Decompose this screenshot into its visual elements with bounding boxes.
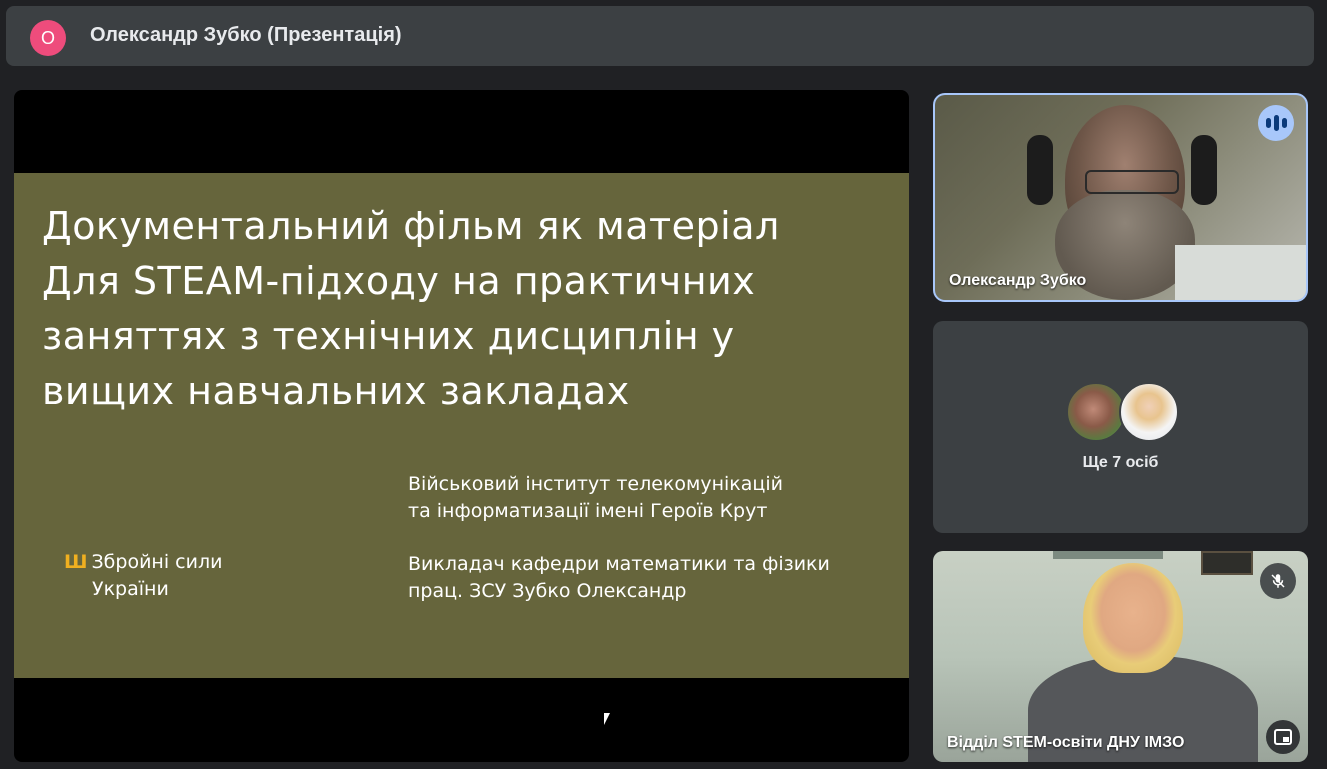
slide-title-line: Документальний фільм як матеріал bbox=[42, 204, 780, 248]
participant-video bbox=[933, 551, 1308, 762]
participant-tile-presenter[interactable]: Олександр Зубко bbox=[933, 93, 1308, 302]
institute-line: та інформатизації імені Героїв Крут bbox=[408, 500, 768, 522]
slide-title-line: вищих навчальних закладах bbox=[42, 369, 630, 413]
institute-line: Військовий інститут телекомунікацій bbox=[408, 473, 783, 495]
teacher-line: прац. ЗСУ Зубко Олександр bbox=[408, 580, 687, 602]
presentation-title: Олександр Зубко (Презентація) bbox=[90, 24, 402, 46]
slide-title: Документальний фільм як матеріал Для STE… bbox=[42, 199, 892, 419]
participant-shirt bbox=[1175, 245, 1306, 300]
participant-name: Відділ STEM-освіти ДНУ ІМЗО bbox=[947, 734, 1185, 751]
headphone-shape bbox=[1191, 135, 1217, 205]
org-logo-block: Ш Збройні сили України bbox=[64, 549, 222, 603]
presentation-stage[interactable]: Документальний фільм як матеріал Для STE… bbox=[14, 90, 909, 762]
participant-glasses bbox=[1085, 170, 1179, 194]
presentation-header: О Олександр Зубко (Презентація) bbox=[6, 6, 1314, 66]
speaking-indicator-icon bbox=[1258, 105, 1294, 141]
headphone-shape bbox=[1027, 135, 1053, 205]
teacher-block: Викладач кафедри математики та фізики пр… bbox=[408, 551, 830, 605]
trident-icon: Ш bbox=[64, 551, 88, 573]
more-participants-label: Ще 7 осіб bbox=[1082, 454, 1159, 471]
participant-name: Олександр Зубко bbox=[949, 272, 1087, 289]
participant-tile-stem[interactable]: Відділ STEM-освіти ДНУ ІМЗО bbox=[933, 551, 1308, 762]
participant-video bbox=[935, 95, 1306, 300]
slide-title-line: заняттях з технічних дисциплін у bbox=[42, 314, 735, 358]
wall-shelf bbox=[1053, 551, 1163, 559]
wall-frame bbox=[1201, 551, 1253, 575]
slide: Документальний фільм як матеріал Для STE… bbox=[14, 173, 909, 725]
slide-title-line: Для STEAM-підходу на практичних bbox=[42, 259, 756, 303]
picture-in-picture-icon[interactable] bbox=[1266, 720, 1300, 754]
participant-tile-others[interactable]: Ще 7 осіб bbox=[933, 321, 1308, 533]
avatar bbox=[1119, 382, 1179, 442]
org-line: України bbox=[92, 578, 169, 600]
mouse-cursor-icon bbox=[604, 713, 610, 725]
participant-face bbox=[1083, 563, 1183, 673]
presenter-avatar: О bbox=[30, 20, 66, 56]
org-line: Збройні сили bbox=[91, 551, 223, 573]
avatar bbox=[1066, 382, 1126, 442]
mic-off-icon bbox=[1260, 563, 1296, 599]
teacher-line: Викладач кафедри математики та фізики bbox=[408, 553, 830, 575]
institute-block: Військовий інститут телекомунікацій та і… bbox=[408, 471, 783, 525]
